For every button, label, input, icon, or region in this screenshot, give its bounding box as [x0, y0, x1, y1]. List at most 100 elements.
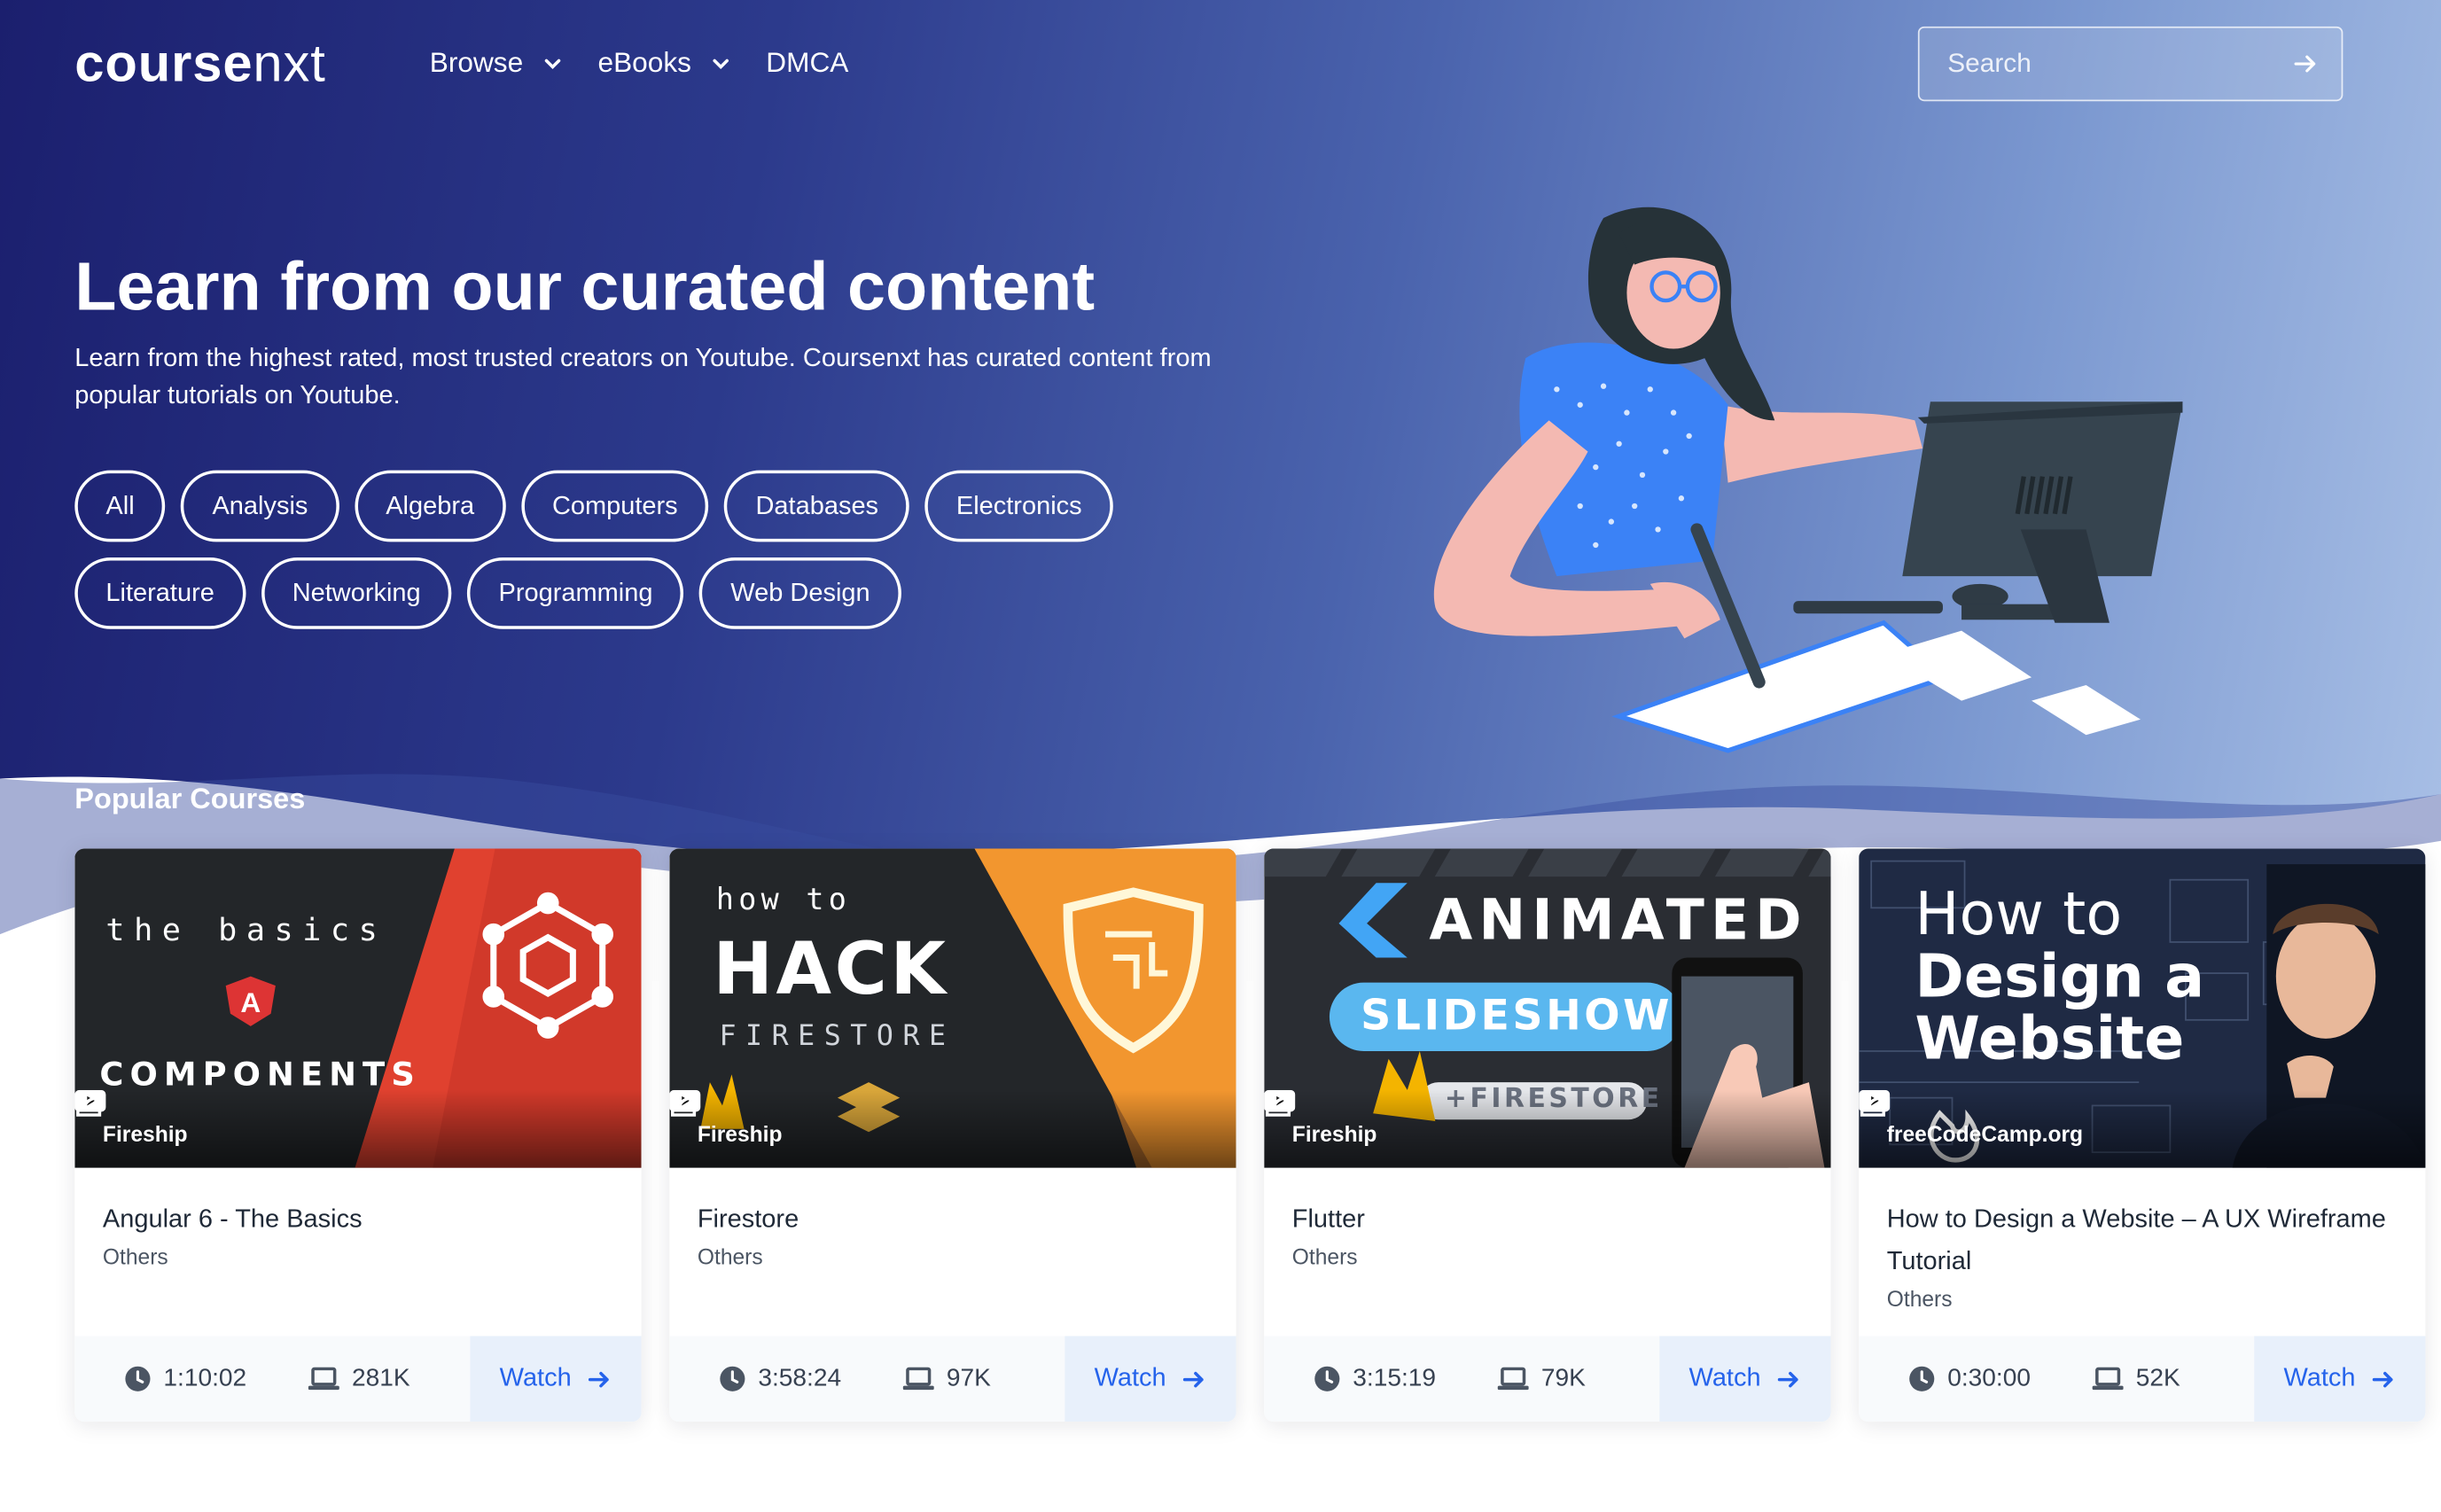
course-category: Others: [102, 1243, 168, 1269]
thumb-title-2: Design a: [1915, 941, 2205, 1011]
watch-label: Watch: [2283, 1364, 2356, 1392]
duration: 1:10:02: [125, 1365, 308, 1393]
thumbnail-overlay: freeCodeCamp.org: [1859, 1089, 2426, 1168]
clock-icon: [1909, 1366, 1935, 1391]
chevron-down-icon: [713, 58, 729, 69]
laptop-icon: [902, 1367, 934, 1391]
duration: 3:15:19: [1314, 1365, 1497, 1393]
search-box: [1917, 26, 2344, 102]
course-title[interactable]: Angular 6 - The Basics: [103, 1199, 613, 1241]
category-chip-all[interactable]: All: [74, 470, 166, 542]
main-nav: Browse eBooks DMCA: [430, 47, 883, 80]
course-category: Others: [697, 1243, 763, 1269]
nav-dmca-label: DMCA: [766, 46, 849, 78]
watch-label: Watch: [499, 1364, 572, 1392]
thumb-title-1: how to: [715, 883, 852, 917]
share-icon[interactable]: [1859, 1090, 1890, 1118]
thumbnail-overlay: Fireship: [669, 1089, 1236, 1168]
views-value: 97K: [946, 1364, 991, 1391]
share-icon[interactable]: [1264, 1090, 1295, 1118]
category-chip-analysis[interactable]: Analysis: [181, 470, 339, 542]
arrow-right-icon: [2372, 1370, 2393, 1387]
thumb-title-2: SLIDESHOW: [1361, 992, 1673, 1040]
watch-button[interactable]: Watch: [470, 1336, 642, 1422]
hero-illustration: [1433, 207, 2183, 753]
category-chip-networking[interactable]: Networking: [261, 557, 452, 629]
arrow-right-icon: [589, 1370, 609, 1387]
views: 281K: [308, 1365, 471, 1393]
duration-value: 3:15:19: [1353, 1364, 1437, 1391]
thumb-title-2: HACK: [713, 926, 949, 1011]
category-chip-programming[interactable]: Programming: [467, 557, 684, 629]
views: 79K: [1497, 1364, 1660, 1393]
category-chip-databases[interactable]: Databases: [724, 470, 910, 542]
course-footer: 1:10:02 281K Watch: [74, 1336, 642, 1422]
search-input[interactable]: [1947, 48, 2292, 80]
laptop-icon: [1497, 1367, 1529, 1391]
course-card[interactable]: A the basics COMPONENTS Fireship Angular…: [74, 848, 642, 1422]
course-thumbnail[interactable]: How to Design a Website freeCodeCamp.org: [1859, 848, 2426, 1168]
arrow-right-icon[interactable]: [2291, 48, 2320, 79]
clock-icon: [1314, 1366, 1340, 1391]
course-card[interactable]: How to Design a Website freeCodeCamp.org…: [1859, 848, 2426, 1422]
channel-name: Fireship: [102, 1121, 188, 1147]
course-card[interactable]: ANIMATED SLIDESHOW +FIRESTORE Fireship F…: [1264, 848, 1831, 1422]
nav-browse-label: Browse: [429, 46, 524, 78]
course-card[interactable]: how to HACK FIRESTORE Fireship Firestore…: [669, 848, 1236, 1422]
course-title[interactable]: How to Design a Website – A UX Wireframe…: [1887, 1199, 2398, 1283]
watch-button[interactable]: Watch: [1659, 1336, 1831, 1422]
popular-courses-title: Popular Courses: [74, 781, 306, 814]
course-list: A the basics COMPONENTS Fireship Angular…: [74, 848, 2426, 1422]
course-thumbnail[interactable]: ANIMATED SLIDESHOW +FIRESTORE Fireship: [1264, 848, 1831, 1168]
category-chip-electronics[interactable]: Electronics: [924, 470, 1113, 542]
nav-browse[interactable]: Browse: [430, 47, 564, 80]
nav-ebooks[interactable]: eBooks: [598, 47, 732, 80]
course-thumbnail[interactable]: how to HACK FIRESTORE Fireship: [669, 848, 1236, 1168]
views-value: 79K: [1540, 1364, 1586, 1391]
course-footer: 0:30:00 52K Watch: [1859, 1336, 2426, 1422]
course-category: Others: [1886, 1286, 1953, 1312]
course-thumbnail[interactable]: A the basics COMPONENTS Fireship: [74, 848, 642, 1168]
nav-ebooks-label: eBooks: [597, 46, 691, 78]
arrow-right-icon: [1182, 1370, 1204, 1387]
category-chip-computers[interactable]: Computers: [520, 470, 709, 542]
channel-name: Fireship: [1291, 1121, 1377, 1147]
laptop-icon: [308, 1367, 339, 1391]
duration-value: 3:58:24: [758, 1364, 842, 1391]
views: 97K: [902, 1364, 1065, 1393]
duration-value: 0:30:00: [1947, 1364, 2032, 1391]
category-chip-literature[interactable]: Literature: [74, 557, 246, 629]
hero-title: Learn from our curated content: [74, 249, 1096, 326]
logo[interactable]: coursenxt: [74, 35, 325, 96]
thumb-title-3: Website: [1915, 1004, 2185, 1073]
watch-button[interactable]: Watch: [2254, 1336, 2426, 1422]
category-chip-web-design[interactable]: Web Design: [699, 557, 901, 629]
share-icon[interactable]: [74, 1090, 105, 1118]
course-footer: 3:58:24 97K Watch: [669, 1336, 1236, 1422]
thumb-title-1: How to: [1915, 879, 2123, 948]
nav-dmca[interactable]: DMCA: [766, 47, 848, 80]
logo-bold: course: [74, 34, 253, 94]
watch-label: Watch: [1688, 1364, 1761, 1392]
thumbnail-overlay: Fireship: [74, 1089, 642, 1168]
clock-icon: [720, 1366, 745, 1391]
thumbnail-overlay: Fireship: [1264, 1089, 1831, 1168]
watch-button[interactable]: Watch: [1065, 1336, 1236, 1422]
duration: 0:30:00: [1908, 1365, 2092, 1393]
share-icon[interactable]: [669, 1090, 700, 1118]
category-chip-algebra[interactable]: Algebra: [355, 470, 506, 542]
hero-subtitle: Learn from the highest rated, most trust…: [74, 344, 1212, 410]
category-chips: All Analysis Algebra Computers Databases…: [74, 470, 1196, 629]
clock-icon: [125, 1366, 151, 1391]
views: 52K: [2092, 1365, 2255, 1393]
course-title[interactable]: Firestore: [698, 1199, 1208, 1241]
course-title[interactable]: Flutter: [1292, 1199, 1803, 1241]
thumb-title-1: the basics: [105, 910, 387, 948]
chevron-down-icon: [544, 58, 561, 69]
course-category: Others: [1291, 1243, 1358, 1269]
laptop-icon: [2092, 1367, 2124, 1391]
duration: 3:58:24: [719, 1365, 902, 1393]
duration-value: 1:10:02: [163, 1364, 247, 1391]
logo-light: nxt: [253, 34, 326, 94]
course-footer: 3:15:19 79K Watch: [1264, 1336, 1831, 1422]
